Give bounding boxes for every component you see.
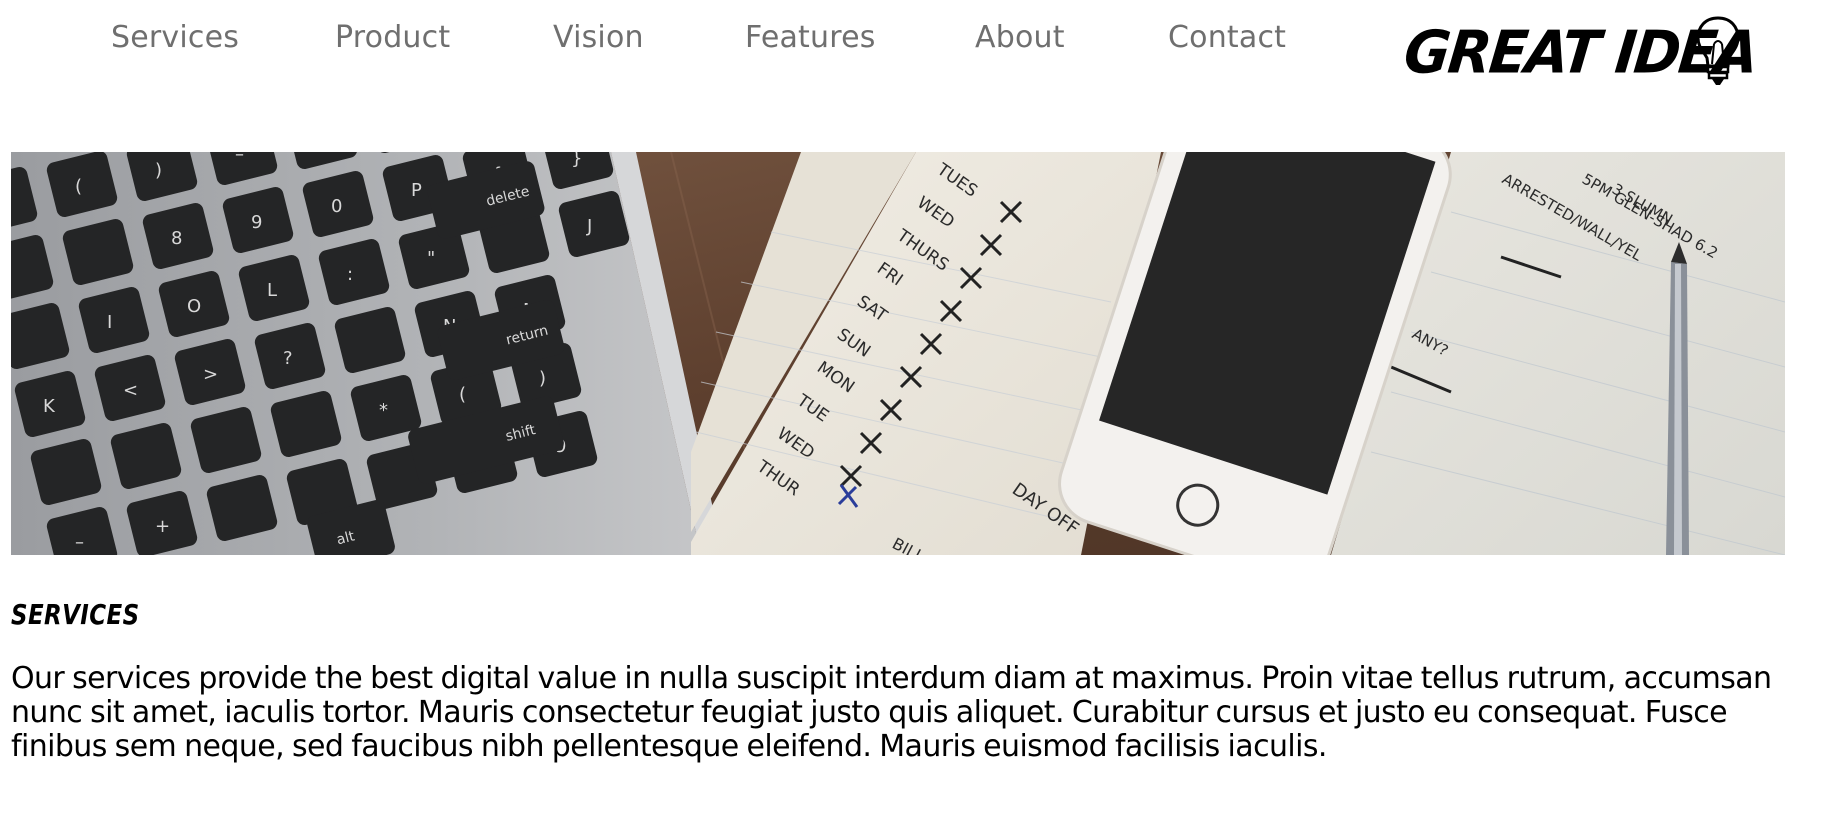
- svg-text:*: *: [379, 400, 388, 421]
- svg-text:O: O: [187, 296, 201, 317]
- svg-text:P: P: [411, 180, 422, 201]
- nav-link-vision[interactable]: Vision: [553, 18, 644, 58]
- svg-text:?: ?: [283, 348, 293, 369]
- lightbulb-icon: [1696, 16, 1740, 85]
- nav-link-services[interactable]: Services: [111, 18, 239, 58]
- svg-text:): ): [539, 368, 546, 389]
- svg-text:): ): [155, 160, 162, 181]
- svg-text:+: +: [155, 516, 170, 537]
- nav-link-about[interactable]: About: [975, 18, 1065, 58]
- svg-text:–: –: [75, 532, 84, 553]
- nav-link-contact[interactable]: Contact: [1168, 18, 1286, 58]
- svg-text:I: I: [107, 312, 112, 333]
- svg-text:(: (: [459, 384, 466, 405]
- svg-text:(: (: [75, 176, 82, 197]
- svg-text:>: >: [203, 364, 218, 385]
- top-nav: Services Product Vision Features About C…: [0, 0, 1829, 90]
- svg-text:0: 0: [331, 196, 342, 217]
- svg-text:9: 9: [251, 212, 262, 233]
- svg-text:8: 8: [171, 228, 182, 249]
- svg-text::: :: [347, 264, 353, 285]
- svg-text:": ": [427, 248, 435, 269]
- hero-image: *()–+890P{}IOL:"JK<>?NM*()–+89deleteretu…: [11, 152, 1785, 555]
- nav-link-features[interactable]: Features: [745, 18, 876, 58]
- svg-text:J: J: [586, 216, 592, 237]
- svg-text:L: L: [267, 280, 277, 301]
- svg-text:<: <: [123, 380, 138, 401]
- hero-photo-illustration: *()–+890P{}IOL:"JK<>?NM*()–+89deleteretu…: [11, 152, 1785, 555]
- services-heading: SERVICES: [11, 598, 140, 631]
- svg-text:}: }: [571, 152, 582, 169]
- nav-link-product[interactable]: Product: [335, 18, 450, 58]
- services-body-text: Our services provide the best digital va…: [11, 661, 1772, 764]
- svg-text:K: K: [43, 396, 56, 417]
- site-logo[interactable]: GREAT IDEA: [1401, 14, 1761, 88]
- svg-text:–: –: [235, 152, 244, 165]
